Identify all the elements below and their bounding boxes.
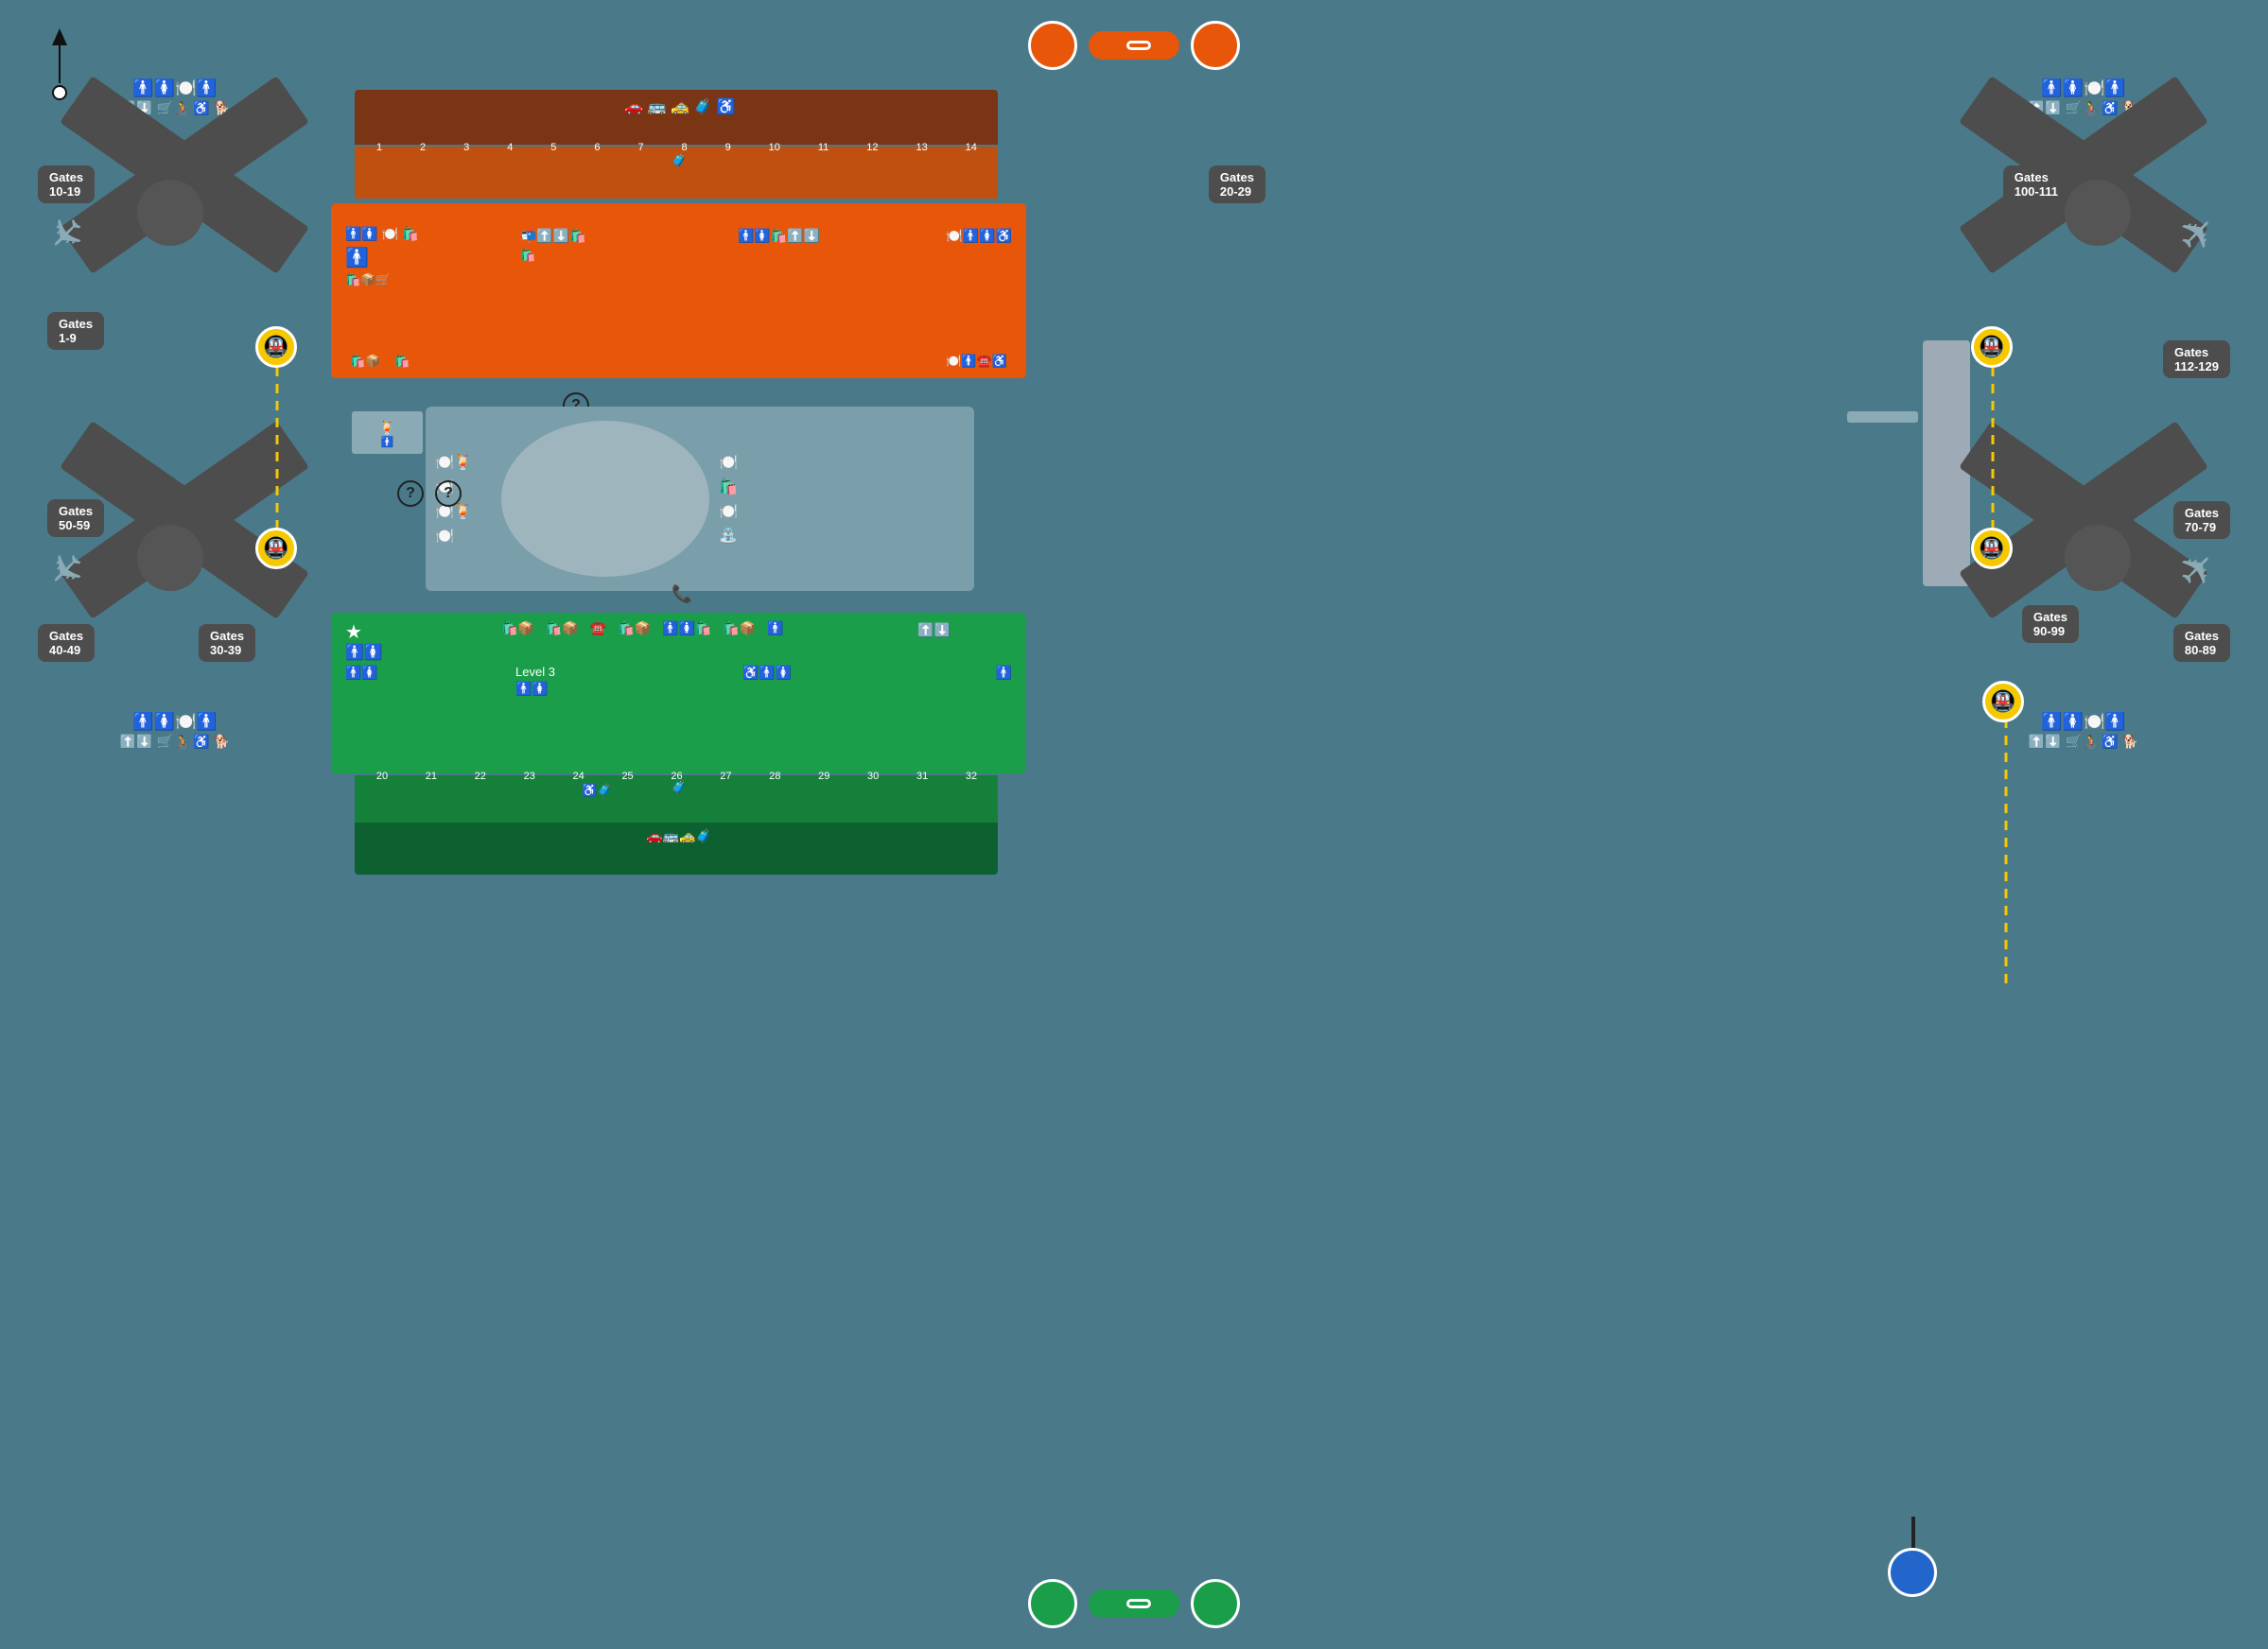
gate-b4-section: 🚹 [996,665,1012,681]
gate-b2-section: Level 3 🚹🚺 [515,665,555,697]
terminal-a-parking-right [1191,21,1240,70]
phone-icon: 📞 [672,584,692,604]
gate-a4-section: 🍽️🚹🚺♿ [946,222,1012,244]
terminal-a-badge [1089,31,1179,60]
terminal-c-circle [1888,1548,1937,1597]
level3-a-amenities: 🛍️📦 🛍️ [350,354,410,369]
level1-b-label: 🚗🚌🚕🧳 [640,828,712,844]
train-icon-left-lower[interactable]: 🚇 [255,528,297,569]
info-icon-west[interactable]: ? [397,480,424,507]
gate-a1-section: 🚹🚺🍽️🛍️ 🚹 🛍️📦🛒 [345,222,419,287]
train-icon-left-upper[interactable]: 🚇 [255,326,297,368]
food-court-area: 🍽️🍹 🍽️ 🍽️🍹 🍽️ 🍽️ 🛍️ 🍽️ ⛲ [426,407,974,591]
level1-a-label: 🚗 🚌 🚕 🧳 ♿ [617,97,735,116]
gates-100-111-label: Gates100-111 [2003,165,2069,203]
gate-a1-icons: 🚹🚺🍽️🛍️ [345,226,419,242]
terminal-b-parking-right [1191,1579,1240,1628]
gates-1-9-label: Gates1-9 [47,312,104,350]
terminal-a-parking-left [1028,21,1077,70]
level1-a-bar: 🚗 🚌 🚕 🧳 ♿ [355,90,998,145]
gates-30-39-label: Gates30-39 [199,624,255,662]
gates-20-29-label: Gates20-29 [1209,165,1265,203]
info-icon-south[interactable]: ? [435,480,462,507]
train-icon-right-bottom[interactable]: 🚇 [1982,681,2024,722]
terminal-b-badge [1089,1589,1179,1618]
gate-b3-section: ♿🚹🚺 [742,665,792,681]
terminal-b-parking-left [1028,1579,1077,1628]
food-court-ellipse [501,421,709,577]
gate-a3-section: 🚹🚺🛍️⬆️⬇️ [738,222,820,244]
gates-50-59-label: Gates50-59 [47,499,104,537]
level3-b-area: ★ 🚹🚺 🚹🚺 🛍️📦 🛍️📦 ☎️ 🛍️📦 🚹🚺🛍️ 🛍️📦 🚹 Level … [331,613,1026,773]
gates-30-59-section: 🚹🚺🍽️🚹 ⬆️⬇️ 🛒🧑‍🦽 ♿ 🐕 [28,709,322,750]
dashed-line-left-upper [275,350,279,539]
terminal-a-letter [1126,41,1151,50]
gates-112-129-label: Gates112-129 [2163,340,2230,378]
north-arrow-tip [52,28,67,45]
door-numbers-a: 1234567891011121314 [358,142,996,153]
runway-1 [137,180,203,246]
gates-90-99-label: Gates90-99 [2022,605,2079,643]
runway-4 [2065,525,2131,591]
runway-3 [137,525,203,591]
level1-b-bar: 🚗🚌🚕🧳 [355,823,998,875]
terminal-b-letter [1126,1599,1151,1608]
door-numbers-b: 20212223242526272829303132 [358,771,996,782]
gates-70-99-section: 🚹🚺🍽️🚹 ⬆️⬇️ 🛒🧑‍🦽 ♿ 🐕 [1937,709,2230,750]
level2-a-label: 🧳 [665,152,687,168]
level3-a-area: 🚹🚺🍽️🛍️ 🚹 🛍️📦🛒 📬⬆️⬇️🛍️ 🛍️ 🚹🚺🛍️⬆️⬇️ 🍽️🚹🚺♿ … [331,203,1026,378]
star-icon: ★ [345,620,362,644]
level2-a-bar: 🧳 [355,147,998,199]
gates-40-49-label: Gates40-49 [38,624,95,662]
runway-2 [2065,180,2131,246]
gates-70-79-label: Gates70-79 [2173,501,2230,539]
gate-b1-section: 🚹🚺 [345,665,378,681]
level3-a-amenities-right: 🍽️🚹☎️♿ [946,354,1007,369]
train-icon-right-lower[interactable]: 🚇 [1971,528,2013,569]
west-hall: 🍹 🚹 [352,411,423,454]
terminal-b-header [1028,1579,1240,1628]
east-hall [1847,411,1918,423]
security-checkpoint-right [1923,340,1932,586]
terminal-a-header [1028,21,1240,70]
gates-80-89-label: Gates80-89 [2173,624,2230,662]
gates-10-19-label: Gates10-19 [38,165,95,203]
dashed-line-right-upper [1991,350,1995,539]
level2-b-bar: 🧳 [355,775,998,823]
train-icon-right-upper[interactable]: 🚇 [1971,326,2013,368]
gate-a2-section: 📬⬆️⬇️🛍️ 🛍️ [520,222,586,263]
dashed-line-to-c [2004,719,2008,983]
